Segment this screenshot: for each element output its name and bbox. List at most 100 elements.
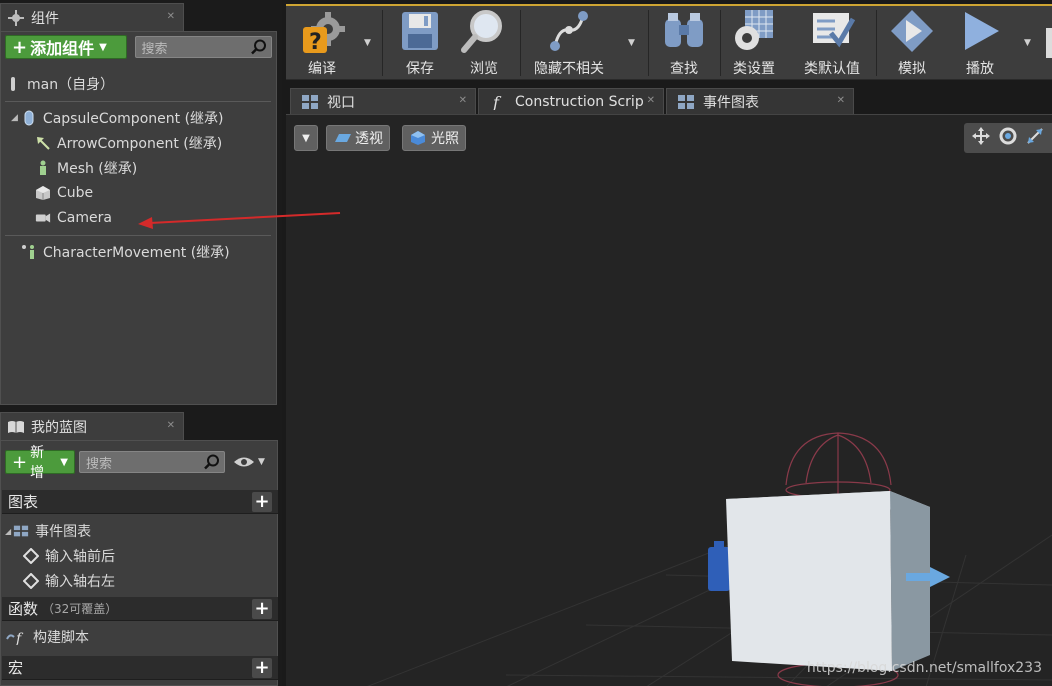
tab-construction-script-label: Construction Scrip	[515, 93, 644, 110]
tree-root-self[interactable]: man（自身）	[5, 72, 114, 96]
add-component-button[interactable]: + 添加组件 ▼	[5, 35, 127, 59]
hide-unrelated-nodes-icon	[544, 6, 594, 56]
search-placeholder: 搜索	[141, 41, 168, 57]
class-settings-icon	[729, 6, 779, 56]
translate-tool-icon[interactable]	[971, 126, 991, 150]
expand-triangle-icon[interactable]: ◢	[11, 113, 18, 123]
graphs-section-header[interactable]: 图表 +	[2, 490, 278, 514]
my-blueprint-tab[interactable]: 我的蓝图 ✕	[0, 412, 184, 440]
expand-triangle-icon[interactable]: ◢	[5, 527, 11, 536]
save-label: 保存	[406, 61, 434, 77]
tree-item-label: ArrowComponent (继承)	[57, 136, 223, 152]
my-blueprint-tab-title: 我的蓝图	[31, 419, 87, 436]
close-icon[interactable]: ✕	[647, 95, 655, 106]
event-item[interactable]: 输入轴右左	[23, 569, 115, 593]
perspective-label: 透视	[355, 131, 383, 147]
lighting-button[interactable]: 光照	[402, 125, 466, 151]
browse-button[interactable]: 浏览	[452, 6, 516, 80]
tree-item-arrow[interactable]: ArrowComponent (继承)	[35, 131, 222, 155]
close-icon[interactable]: ✕	[167, 420, 175, 431]
capsule-icon	[21, 110, 37, 126]
viewport-options-dropdown[interactable]: ▼	[294, 125, 318, 151]
event-item-label: 输入轴右左	[45, 574, 115, 590]
components-toolbar: + 添加组件 ▼ 搜索	[1, 32, 276, 62]
compile-options-dropdown[interactable]: ▼	[364, 38, 371, 48]
tree-item-mesh[interactable]: Mesh (继承)	[35, 156, 137, 180]
simulate-icon	[887, 6, 937, 56]
toolbar-separator	[520, 10, 521, 76]
hide-unrelated-dropdown[interactable]: ▼	[628, 38, 635, 48]
tree-item-character-movement[interactable]: CharacterMovement (继承)	[21, 240, 230, 264]
components-panel: + 添加组件 ▼ 搜索 man（自身） ◢ CapsuleComponent (…	[0, 31, 277, 405]
class-settings-button[interactable]: 类设置	[722, 6, 786, 80]
toolbar-separator	[720, 10, 721, 76]
components-tab[interactable]: 组件 ✕	[0, 3, 184, 31]
tab-event-graph[interactable]: 事件图表 ✕	[666, 88, 854, 114]
construction-script-item[interactable]: f 构建脚本	[5, 625, 89, 649]
magnifier-icon	[459, 6, 509, 56]
viewport[interactable]: ▼ 透视 光照 https://blog.csdn.net/smallfox23…	[286, 114, 1052, 686]
class-defaults-button[interactable]: 类默认值	[794, 6, 870, 80]
function-icon: f	[5, 629, 27, 645]
macros-label: 宏	[8, 659, 24, 677]
watermark: https://blog.csdn.net/smallfox233	[806, 660, 1042, 676]
mesh-icon	[35, 160, 51, 176]
divider	[5, 101, 271, 102]
lighting-label: 光照	[431, 131, 459, 147]
play-label: 播放	[966, 61, 994, 77]
toolbar-overflow-edge	[1046, 28, 1052, 58]
save-button[interactable]: 保存	[388, 6, 452, 80]
class-defaults-label: 类默认值	[804, 61, 860, 77]
browse-label: 浏览	[470, 61, 498, 77]
play-icon	[955, 6, 1005, 56]
macros-section-header[interactable]: 宏 +	[2, 656, 278, 680]
perspective-button[interactable]: 透视	[326, 125, 390, 151]
viewport-scene	[367, 432, 1052, 686]
graphs-label: 图表	[8, 493, 39, 511]
blueprint-toolbar: + 新增 ▼ 搜索 ▼	[1, 445, 277, 481]
toolbar-separator	[648, 10, 649, 76]
simulate-button[interactable]: 模拟	[880, 6, 944, 80]
add-macro-button[interactable]: +	[252, 658, 272, 678]
rotate-tool-icon[interactable]	[998, 126, 1018, 150]
functions-section-header[interactable]: 函数 （32可覆盖） +	[2, 597, 278, 621]
components-icon	[7, 9, 25, 26]
play-options-dropdown[interactable]: ▼	[1024, 38, 1031, 48]
movement-icon	[21, 244, 37, 260]
find-button[interactable]: 查找	[652, 6, 716, 80]
class-defaults-checklist-icon	[807, 6, 857, 56]
play-button[interactable]: 播放	[948, 6, 1012, 80]
binoculars-icon	[659, 6, 709, 56]
plus-icon: +	[12, 36, 28, 58]
tab-construction-script[interactable]: f Construction Scrip ✕	[478, 88, 664, 114]
tree-item-capsule[interactable]: ◢ CapsuleComponent (继承)	[11, 106, 224, 130]
add-new-button[interactable]: + 新增 ▼	[5, 445, 75, 481]
tree-item-camera[interactable]: Camera	[35, 206, 112, 230]
tab-viewport-label: 视口	[327, 94, 355, 111]
compile-gear-question-icon: ?	[297, 6, 347, 56]
main-toolbar: ? 编译 ▼ 保存 浏览 隐藏不相关 ▼ 查找 类设置 类默认值 模拟 播放 ▼	[286, 4, 1052, 80]
scale-tool-icon[interactable]	[1025, 126, 1045, 150]
function-icon: f	[489, 94, 507, 110]
my-blueprint-panel: + 新增 ▼ 搜索 ▼ 图表 + ◢ 事件图表 输入轴前后 输入轴右左 函数 （…	[0, 440, 278, 686]
event-item[interactable]: 输入轴前后	[23, 544, 115, 568]
blueprint-search-input[interactable]: 搜索	[79, 451, 225, 473]
find-label: 查找	[670, 61, 698, 77]
components-search-input[interactable]: 搜索	[134, 36, 272, 58]
tab-viewport[interactable]: 视口 ✕	[290, 88, 476, 114]
compile-button[interactable]: ? 编译	[290, 6, 354, 80]
add-function-button[interactable]: +	[252, 599, 272, 619]
functions-label: 函数	[8, 600, 39, 618]
event-graph-icon	[677, 94, 695, 110]
event-graph-item[interactable]: ◢ 事件图表	[5, 519, 91, 543]
add-graph-button[interactable]: +	[252, 492, 272, 512]
arrow-icon	[35, 135, 51, 151]
close-icon[interactable]: ✕	[837, 95, 845, 106]
visibility-eye-icon[interactable]: ▼	[233, 456, 265, 468]
construction-script-label: 构建脚本	[33, 630, 89, 646]
close-icon[interactable]: ✕	[167, 11, 175, 22]
hide-unrelated-button[interactable]: 隐藏不相关	[524, 6, 614, 80]
close-icon[interactable]: ✕	[459, 95, 467, 106]
save-floppy-icon	[395, 6, 445, 56]
tree-item-cube[interactable]: Cube	[35, 181, 93, 205]
